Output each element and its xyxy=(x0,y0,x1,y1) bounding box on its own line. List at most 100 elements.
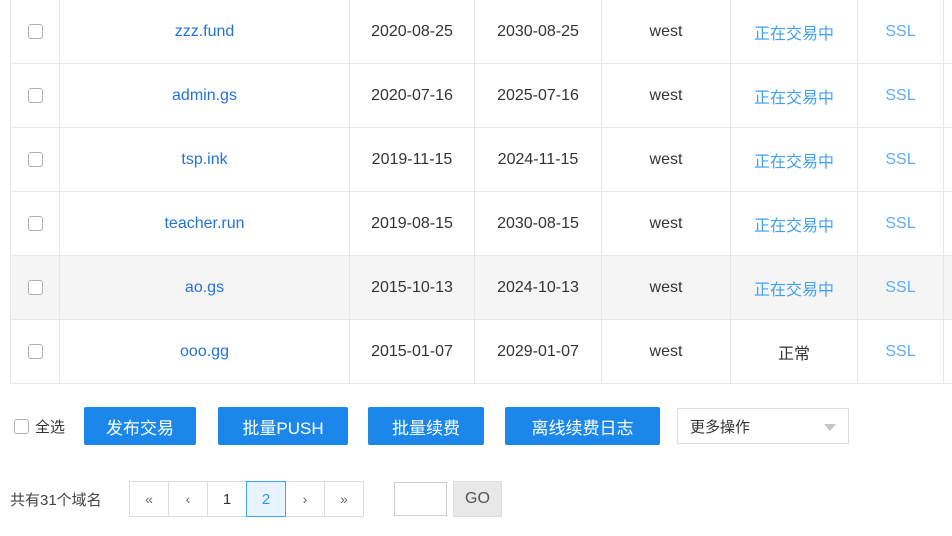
select-all-checkbox[interactable] xyxy=(14,419,29,434)
domain-link[interactable]: tsp.ink xyxy=(181,151,227,169)
ssl-cell: SSL xyxy=(858,0,944,63)
status-text: 正常 xyxy=(778,340,810,364)
registration-date: 2020-07-16 xyxy=(350,64,475,127)
ssl-link[interactable]: SSL xyxy=(885,151,915,169)
status-link[interactable]: 正在交易中 xyxy=(754,84,834,108)
ssl-cell: SSL xyxy=(858,256,944,319)
registrar-label: west xyxy=(602,256,731,319)
first-page-button[interactable]: « xyxy=(129,481,169,517)
registration-date: 2020-08-25 xyxy=(350,0,475,63)
status-cell: 正在交易中 xyxy=(731,128,858,191)
registration-date: 2019-08-15 xyxy=(350,192,475,255)
table-edge xyxy=(944,256,952,319)
status-cell: 正在交易中 xyxy=(731,0,858,63)
table-edge xyxy=(944,64,952,127)
more-actions-dropdown[interactable]: 更多操作 xyxy=(677,408,849,444)
publish-trade-button[interactable]: 发布交易 xyxy=(84,407,196,445)
domain-link[interactable]: ao.gs xyxy=(185,279,224,297)
registrar-label: west xyxy=(602,128,731,191)
status-cell: 正常 xyxy=(731,320,858,383)
page-1-button[interactable]: 1 xyxy=(207,481,247,517)
domain-cell: zzz.fund xyxy=(60,0,350,63)
domain-management-page: zzz.fund 2020-08-25 2030-08-25 west 正在交易… xyxy=(0,0,952,536)
ssl-cell: SSL xyxy=(858,128,944,191)
registrar-label: west xyxy=(602,0,731,63)
expiry-date: 2024-10-13 xyxy=(475,256,602,319)
status-cell: 正在交易中 xyxy=(731,64,858,127)
batch-push-button[interactable]: 批量PUSH xyxy=(218,407,348,445)
row-checkbox[interactable] xyxy=(28,24,43,39)
page-2-button-active[interactable]: 2 xyxy=(246,481,286,517)
status-link[interactable]: 正在交易中 xyxy=(754,276,834,300)
domain-link[interactable]: teacher.run xyxy=(164,215,244,233)
table-edge xyxy=(944,192,952,255)
goto-page-input[interactable] xyxy=(394,482,447,516)
expiry-date: 2030-08-25 xyxy=(475,0,602,63)
status-link[interactable]: 正在交易中 xyxy=(754,20,834,44)
domain-link[interactable]: zzz.fund xyxy=(175,23,235,41)
row-checkbox[interactable] xyxy=(28,344,43,359)
row-checkbox-cell xyxy=(11,192,60,255)
registration-date: 2019-11-15 xyxy=(350,128,475,191)
table-row: teacher.run 2019-08-15 2030-08-15 west 正… xyxy=(11,192,952,256)
table-row-highlighted: ao.gs 2015-10-13 2024-10-13 west 正在交易中 S… xyxy=(11,256,952,320)
domain-cell: tsp.ink xyxy=(60,128,350,191)
offline-renew-log-button[interactable]: 离线续费日志 xyxy=(505,407,660,445)
table-row: tsp.ink 2019-11-15 2024-11-15 west 正在交易中… xyxy=(11,128,952,192)
expiry-date: 2030-08-15 xyxy=(475,192,602,255)
batch-renew-button[interactable]: 批量续费 xyxy=(368,407,484,445)
row-checkbox[interactable] xyxy=(28,280,43,295)
expiry-date: 2024-11-15 xyxy=(475,128,602,191)
row-checkbox-cell xyxy=(11,128,60,191)
ssl-link[interactable]: SSL xyxy=(885,215,915,233)
registration-date: 2015-01-07 xyxy=(350,320,475,383)
domain-cell: teacher.run xyxy=(60,192,350,255)
domain-link[interactable]: admin.gs xyxy=(172,87,237,105)
domain-count-summary: 共有31个域名 xyxy=(10,481,102,517)
last-page-button[interactable]: » xyxy=(324,481,364,517)
ssl-link[interactable]: SSL xyxy=(885,343,915,361)
ssl-link[interactable]: SSL xyxy=(885,87,915,105)
go-button[interactable]: GO xyxy=(453,481,502,517)
status-link[interactable]: 正在交易中 xyxy=(754,212,834,236)
registrar-label: west xyxy=(602,192,731,255)
expiry-date: 2025-07-16 xyxy=(475,64,602,127)
prev-page-button[interactable]: ‹ xyxy=(168,481,208,517)
table-row: zzz.fund 2020-08-25 2030-08-25 west 正在交易… xyxy=(11,0,952,64)
row-checkbox-cell xyxy=(11,256,60,319)
ssl-cell: SSL xyxy=(858,64,944,127)
row-checkbox[interactable] xyxy=(28,88,43,103)
table-edge xyxy=(944,320,952,383)
status-link[interactable]: 正在交易中 xyxy=(754,148,834,172)
domain-link[interactable]: ooo.gg xyxy=(180,343,229,361)
ssl-cell: SSL xyxy=(858,192,944,255)
row-checkbox-cell xyxy=(11,0,60,63)
row-checkbox[interactable] xyxy=(28,152,43,167)
status-cell: 正在交易中 xyxy=(731,192,858,255)
registrar-label: west xyxy=(602,64,731,127)
table-edge xyxy=(944,128,952,191)
registrar-label: west xyxy=(602,320,731,383)
domain-table: zzz.fund 2020-08-25 2030-08-25 west 正在交易… xyxy=(10,0,952,384)
ssl-cell: SSL xyxy=(858,320,944,383)
status-cell: 正在交易中 xyxy=(731,256,858,319)
next-page-button[interactable]: › xyxy=(285,481,325,517)
row-checkbox[interactable] xyxy=(28,216,43,231)
table-edge xyxy=(944,0,952,63)
domain-cell: admin.gs xyxy=(60,64,350,127)
select-all-control: 全选 xyxy=(14,407,65,445)
row-checkbox-cell xyxy=(11,320,60,383)
table-row: admin.gs 2020-07-16 2025-07-16 west 正在交易… xyxy=(11,64,952,128)
ssl-link[interactable]: SSL xyxy=(885,23,915,41)
table-row: ooo.gg 2015-01-07 2029-01-07 west 正常 SSL xyxy=(11,320,952,384)
more-actions-label: 更多操作 xyxy=(690,416,750,437)
pagination: « ‹ 1 2 › » xyxy=(129,481,364,517)
domain-cell: ooo.gg xyxy=(60,320,350,383)
expiry-date: 2029-01-07 xyxy=(475,320,602,383)
chevron-down-icon xyxy=(824,424,836,431)
row-checkbox-cell xyxy=(11,64,60,127)
domain-cell: ao.gs xyxy=(60,256,350,319)
select-all-label: 全选 xyxy=(35,416,65,437)
registration-date: 2015-10-13 xyxy=(350,256,475,319)
ssl-link[interactable]: SSL xyxy=(885,279,915,297)
